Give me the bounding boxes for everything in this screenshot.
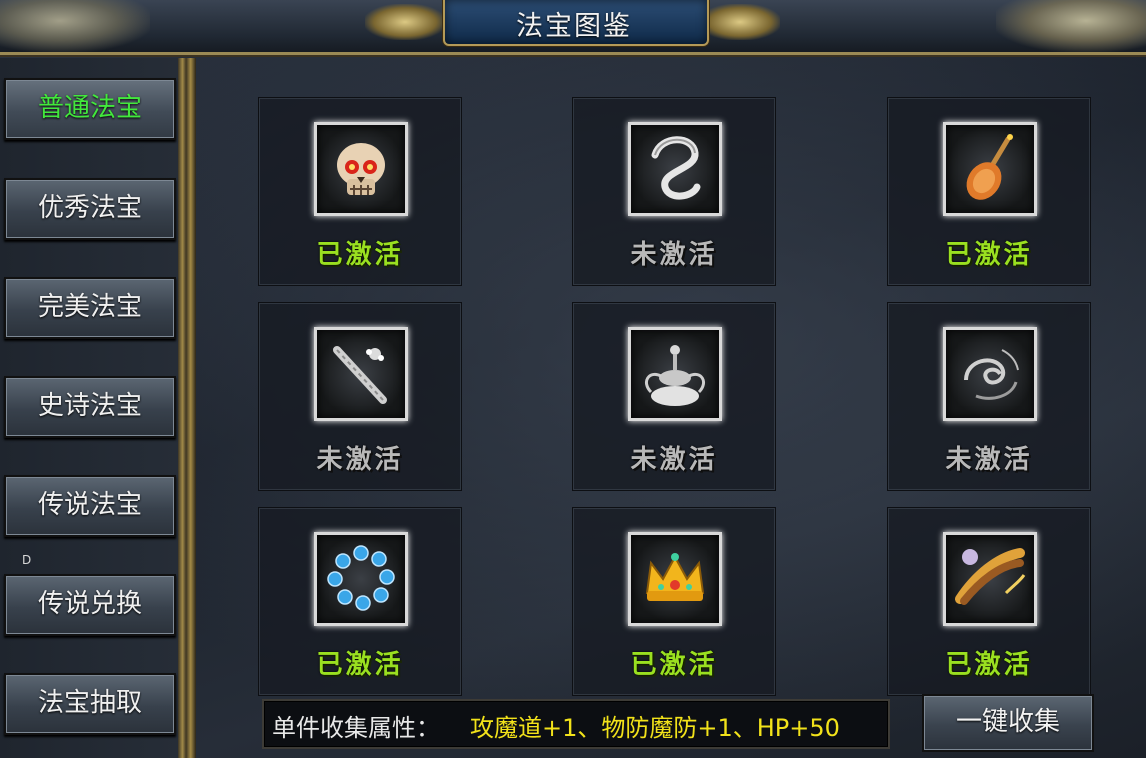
divider-bar xyxy=(178,58,196,758)
status-label: 未激活 xyxy=(630,445,718,475)
status-label: 未激活 xyxy=(945,445,1033,475)
status-label: 已激活 xyxy=(945,240,1033,270)
guqin-zither-icon xyxy=(943,532,1037,626)
status-label: 已激活 xyxy=(945,650,1033,680)
title-bar: 法宝图鉴 xyxy=(0,0,1146,55)
treasure-card[interactable]: 已激活 xyxy=(887,97,1091,286)
blue-bead-bracelet-icon xyxy=(314,532,408,626)
status-label: 未激活 xyxy=(316,445,404,475)
swirl-cloud-icon xyxy=(943,327,1037,421)
marker-label: D xyxy=(22,553,32,567)
tab-legend-treasure[interactable]: 传说法宝 xyxy=(4,475,176,537)
treasure-card[interactable]: 已激活 xyxy=(572,507,776,696)
golden-crown-icon xyxy=(628,532,722,626)
title-ornament-right-icon xyxy=(700,4,780,40)
status-label: 已激活 xyxy=(630,650,718,680)
treasure-card[interactable]: 未激活 xyxy=(887,302,1091,491)
status-label: 已激活 xyxy=(316,240,404,270)
collect-all-button[interactable]: 一键收集 xyxy=(922,694,1094,752)
title-ornament-left-icon xyxy=(365,4,445,40)
status-label: 未激活 xyxy=(630,240,718,270)
dragon-ornament-right-icon xyxy=(996,0,1146,52)
treasure-card[interactable]: 未激活 xyxy=(572,97,776,286)
pipa-lute-icon xyxy=(943,122,1037,216)
skull-icon xyxy=(314,122,408,216)
tab-legend-exchange[interactable]: 传说兑换 xyxy=(4,574,176,636)
tab-common-treasure[interactable]: 普通法宝 xyxy=(4,78,176,140)
silver-ribbon-icon xyxy=(628,122,722,216)
treasure-card[interactable]: 已激活 xyxy=(258,507,462,696)
dragon-ornament-left-icon xyxy=(0,0,150,52)
collection-attribute-panel: 单件收集属性： 攻魔道+1、物防魔防+1、HP+50 xyxy=(262,699,890,749)
tab-treasure-draw[interactable]: 法宝抽取 xyxy=(4,673,176,735)
treasure-card[interactable]: 已激活 xyxy=(887,507,1091,696)
treasure-card[interactable]: 未激活 xyxy=(258,302,462,491)
tab-perfect-treasure[interactable]: 完美法宝 xyxy=(4,277,176,339)
flower-staff-icon xyxy=(314,327,408,421)
tab-epic-treasure[interactable]: 史诗法宝 xyxy=(4,376,176,438)
treasure-card[interactable]: 已激活 xyxy=(258,97,462,286)
tab-excellent-treasure[interactable]: 优秀法宝 xyxy=(4,178,176,240)
window-title: 法宝图鉴 xyxy=(516,11,632,42)
attribute-label: 单件收集属性： xyxy=(272,714,440,742)
treasure-card[interactable]: 未激活 xyxy=(572,302,776,491)
status-label: 已激活 xyxy=(316,650,404,680)
incense-burner-icon xyxy=(628,327,722,421)
attribute-value: 攻魔道+1、物防魔防+1、HP+50 xyxy=(470,714,840,742)
